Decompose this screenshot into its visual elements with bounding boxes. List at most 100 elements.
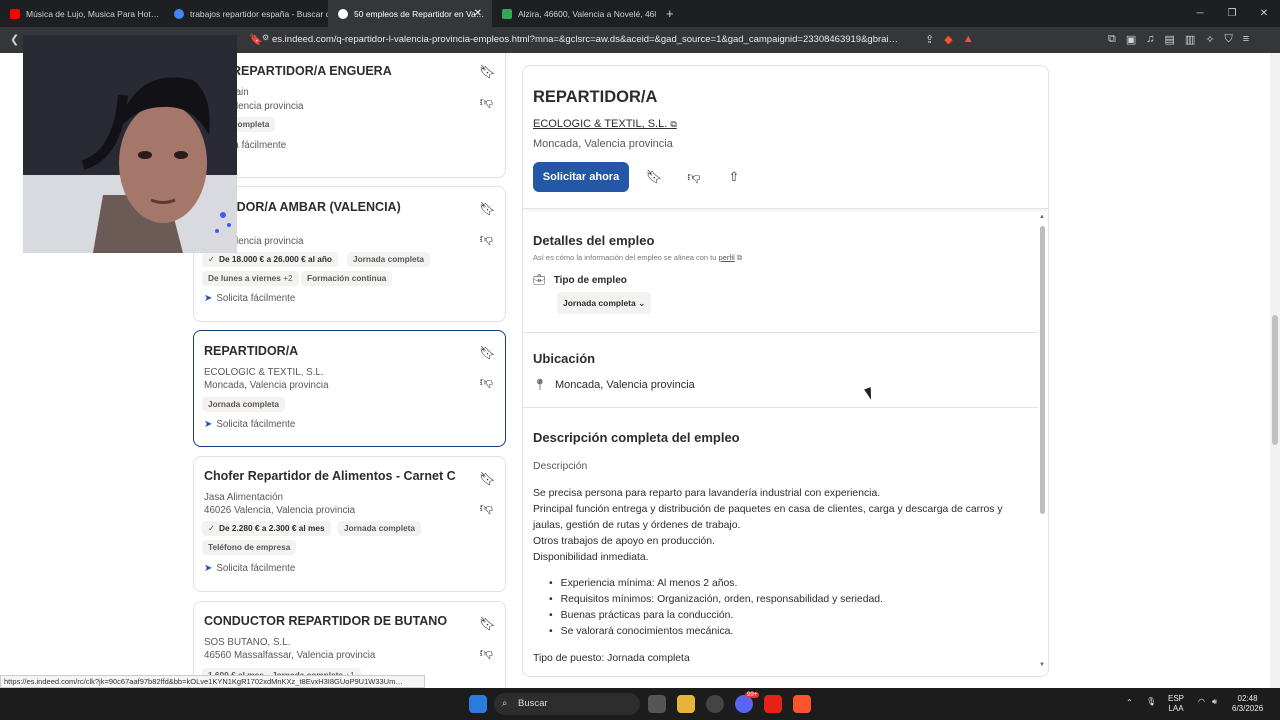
save-job-icon[interactable]: 🔖︎ — [479, 345, 496, 360]
notification-badge: 99+ — [745, 692, 760, 698]
save-job-icon[interactable]: 🔖︎ — [479, 616, 496, 631]
list-item: Requisitos mínimos: Organización, orden,… — [549, 594, 883, 610]
list-item: Experiencia mínima: Al menos 2 años. — [549, 578, 883, 594]
person-image — [23, 35, 237, 253]
job-card-company: ECOLOGIC & TEXTIL, S.L. — [204, 367, 324, 378]
profile-link[interactable]: perfil — [719, 253, 735, 262]
microphone-icon[interactable]: 🎙︎ — [1146, 697, 1156, 706]
job-card-selected[interactable]: REPARTIDOR/A 🔖︎ 👎︎ ECOLOGIC & TEXTIL, S.… — [193, 330, 506, 447]
sidebar-icon[interactable]: ▤ — [1165, 33, 1175, 46]
job-type-dropdown[interactable]: Jornada completa ⌄ — [557, 292, 652, 314]
job-card-location: 46026 Valencia, Valencia provincia — [204, 505, 356, 516]
music-icon[interactable]: ♫ — [1146, 33, 1154, 46]
not-interested-icon[interactable]: 👎︎ — [480, 374, 493, 390]
status-bar-url: https://es.indeed.com/rc/clk?jk=90c67aaf… — [0, 675, 425, 688]
site-settings-icon[interactable]: ⚙ — [262, 33, 269, 42]
new-tab-button[interactable]: + — [666, 6, 674, 21]
save-job-icon[interactable]: 🔖︎ — [479, 201, 496, 216]
leo-icon[interactable]: ✧ — [1205, 33, 1214, 46]
clock[interactable]: 02:48 6/3/2026 — [1232, 694, 1263, 714]
nav-buttons: ❮ — [10, 33, 19, 46]
scroll-thumb[interactable] — [1272, 315, 1278, 445]
job-detail-panel: REPARTIDOR/A ECOLOGIC & TEXTIL, S.L. ⧉ M… — [522, 65, 1049, 677]
thumbs-down-icon: 👎︎ — [687, 169, 701, 184]
taskbar-search[interactable]: ⌕ Buscar — [494, 693, 640, 715]
volume-icon[interactable]: 🔊︎ — [1212, 697, 1217, 707]
job-card[interactable]: …RTIDOR/A AMBAR (VALENCIA) 🔖︎ 👎︎ …a, Val… — [193, 186, 506, 322]
not-interested-button[interactable]: 👎︎ — [679, 162, 709, 192]
wifi-icon[interactable]: ◠ — [1198, 697, 1205, 706]
minimize-icon[interactable]: ─ — [1184, 0, 1216, 27]
indeed-icon — [338, 8, 348, 19]
menu-icon[interactable]: ≡ — [1243, 33, 1249, 46]
not-interested-icon[interactable]: 👎︎ — [480, 94, 493, 110]
tab-google-search[interactable]: trabajos repartidor españa - Buscar c… — [164, 0, 328, 27]
youtube-icon — [10, 8, 20, 19]
youtube-app-icon[interactable] — [764, 695, 782, 713]
brave-shield-icon[interactable]: ◆ — [944, 33, 952, 46]
tray-chevron-icon[interactable]: ⌃ — [1126, 698, 1133, 707]
job-title: REPARTIDOR/A — [533, 88, 658, 106]
chevron-down-icon: ⌄ — [638, 298, 646, 308]
save-job-icon[interactable]: 🔖︎ — [479, 64, 496, 79]
job-details-heading: Detalles del empleo — [533, 233, 655, 248]
tab-maps[interactable]: Alzira, 46600, Valencia a Novelé, 468… — [492, 0, 656, 27]
scroll-down-icon[interactable]: ▼ — [1039, 662, 1045, 668]
close-tab-icon[interactable]: ✕ — [474, 8, 482, 19]
job-card-title[interactable]: Chofer Repartidor de Alimentos - Carnet … — [204, 469, 456, 483]
description-line: jaulas, gestión de rutas y órdenes de tr… — [533, 520, 741, 531]
windows-start-icon[interactable] — [469, 695, 487, 713]
window-controls: ─ ❐ ✕ — [1184, 0, 1280, 27]
google-icon — [174, 8, 184, 19]
share-icon[interactable]: ⇪ — [925, 33, 934, 46]
apply-now-button[interactable]: Solicitar ahora — [533, 162, 629, 192]
scroll-up-icon[interactable]: ▲ — [1039, 214, 1045, 220]
schedule-chip: De lunes a viernes +2 — [202, 271, 299, 286]
file-explorer-icon[interactable] — [677, 695, 695, 713]
company-link[interactable]: ECOLOGIC & TEXTIL, S.L. ⧉ — [533, 118, 677, 130]
page-scrollbar[interactable] — [1270, 53, 1280, 688]
task-view-icon[interactable] — [648, 695, 666, 713]
description-label: Descripción — [533, 461, 588, 472]
requirements-list: Experiencia mínima: Al menos 2 años. Req… — [549, 578, 883, 642]
not-interested-icon[interactable]: 👎︎ — [480, 645, 493, 661]
brave-icon[interactable] — [793, 695, 811, 713]
tab-youtube[interactable]: Música de Lujo, Musica Para Hot… — [0, 0, 164, 27]
wallet2-icon[interactable]: ▥ — [1185, 33, 1195, 46]
job-card-title[interactable]: REPARTIDOR/A — [204, 344, 298, 358]
job-type-chip: Jornada completa — [347, 252, 431, 267]
job-card[interactable]: …/A REPARTIDOR/A ENGUERA 🔖︎ 👎︎ …N Spain … — [193, 53, 506, 178]
back-icon[interactable]: ❮ — [10, 33, 19, 46]
job-card-title[interactable]: CONDUCTOR REPARTIDOR DE BUTANO — [204, 614, 447, 628]
job-card-location: Moncada, Valencia provincia — [204, 380, 329, 391]
search-icon: ⌕ — [502, 698, 508, 709]
not-interested-icon[interactable]: 👎︎ — [480, 231, 493, 247]
url-field[interactable]: es.indeed.com/q-repartidor-l-valencia-pr… — [272, 31, 922, 49]
detail-scrollbar[interactable]: ▲ ▼ — [1039, 214, 1047, 670]
bookmark-page-icon[interactable]: 🔖 — [249, 33, 263, 46]
divider — [523, 332, 1038, 333]
location-row: 📍︎ Moncada, Valencia provincia — [533, 379, 695, 391]
not-interested-icon[interactable]: 👎︎ — [480, 500, 493, 516]
brave-rewards-icon[interactable]: ▲ — [963, 33, 974, 46]
external-link-icon: ⧉ — [670, 119, 677, 129]
benefit-chip: Teléfono de empresa — [202, 540, 297, 555]
restore-icon[interactable]: ❐ — [1216, 0, 1248, 27]
job-card[interactable]: Chofer Repartidor de Alimentos - Carnet … — [193, 456, 506, 592]
benefit-chip: Formación continua — [301, 271, 393, 286]
webcam-overlay — [23, 35, 237, 253]
briefcase-icon: 💼︎ — [533, 275, 546, 286]
close-window-icon[interactable]: ✕ — [1248, 0, 1280, 27]
extensions-icon[interactable]: ⧉ — [1108, 33, 1116, 46]
share-job-button[interactable]: ⇧ — [719, 162, 749, 192]
maps-icon — [502, 8, 512, 19]
chrome-icon[interactable] — [706, 695, 724, 713]
save-job-button[interactable]: 🔖︎ — [639, 162, 669, 192]
vpn-icon[interactable]: ⛉ — [1225, 33, 1233, 46]
scroll-thumb[interactable] — [1040, 226, 1045, 514]
tab-indeed[interactable]: 50 empleos de Repartidor en Va… ✕ — [328, 0, 492, 27]
save-job-icon[interactable]: 🔖︎ — [479, 471, 496, 486]
language-indicator[interactable]: ESP LAA — [1168, 694, 1184, 714]
wallet-icon[interactable]: ▣ — [1126, 33, 1136, 46]
list-item: Buenas prácticas para la conducción. — [549, 610, 883, 626]
